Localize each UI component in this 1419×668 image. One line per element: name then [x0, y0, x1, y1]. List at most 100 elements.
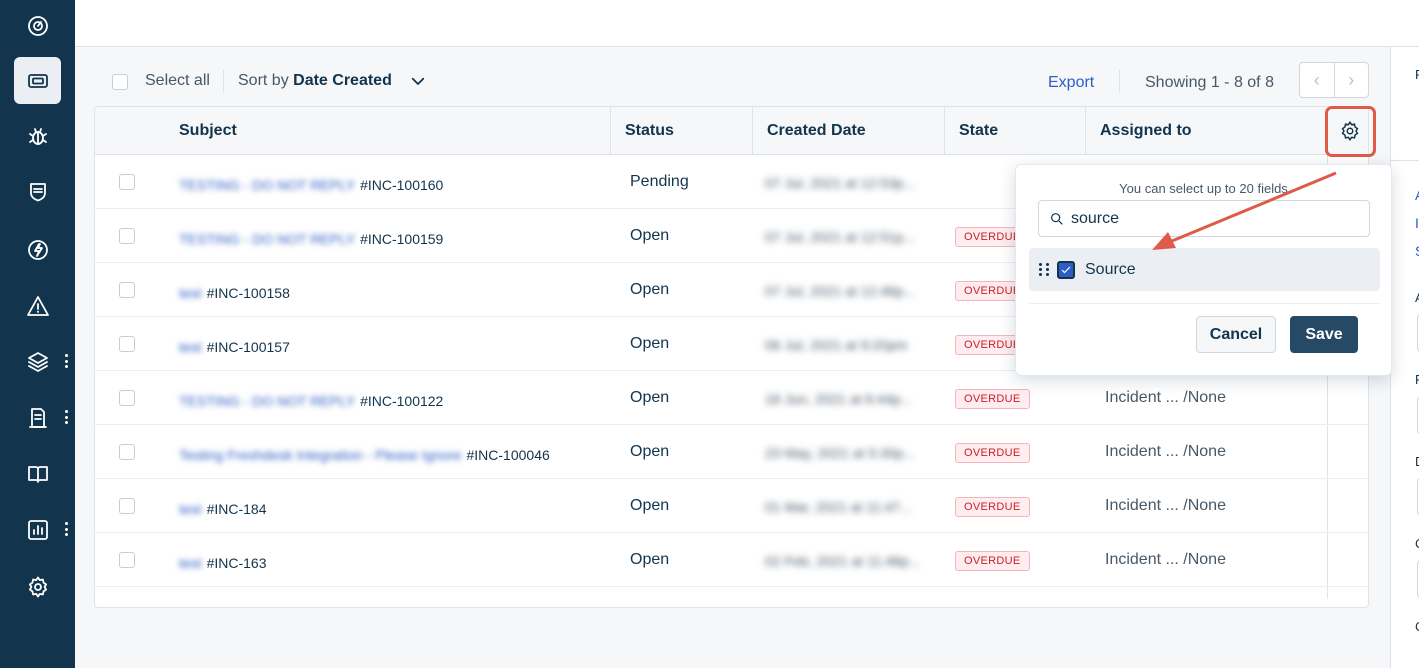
column-header-assigned-to[interactable]: Assigned to: [1085, 107, 1326, 155]
row-assigned-to: Incident ... /None: [1105, 389, 1226, 407]
nav-tickets[interactable]: [14, 57, 61, 104]
book-icon: [27, 465, 48, 483]
row-status: Open: [630, 389, 670, 406]
layers-icon: [27, 351, 48, 372]
row-subject[interactable]: TESTING - DO NOT REPLY #INC-100159: [179, 231, 443, 247]
panel-label-fragment: F: [1415, 372, 1419, 387]
checkmark-icon: [1061, 266, 1071, 273]
nav-assets[interactable]: [14, 394, 61, 441]
row-subject[interactable]: test #INC-184: [179, 501, 267, 517]
subject-text-redacted: TESTING - DO NOT REPLY: [179, 393, 356, 409]
row-subject[interactable]: test #INC-100157: [179, 339, 290, 355]
chevron-right-icon: ›: [1348, 69, 1355, 90]
nav-changes[interactable]: [14, 168, 61, 215]
row-checkbox[interactable]: [119, 498, 135, 514]
select-all-label[interactable]: Select all: [145, 72, 210, 90]
nav-reports[interactable]: [14, 506, 61, 553]
nav-layers[interactable]: [14, 338, 61, 385]
pagination-summary: Showing 1 - 8 of 8: [1145, 74, 1274, 91]
row-status: Pending: [630, 173, 689, 190]
overdue-badge: OVERDUE: [955, 497, 1030, 517]
ticket-id: #INC-163: [206, 555, 267, 571]
chevron-left-icon: ‹: [1313, 69, 1320, 90]
row-checkbox[interactable]: [119, 390, 135, 406]
select-all-checkbox[interactable]: [112, 74, 128, 90]
panel-link-fragment[interactable]: I: [1415, 215, 1419, 231]
panel-link-fragment[interactable]: S: [1415, 243, 1419, 259]
field-search-box[interactable]: [1038, 200, 1370, 237]
row-subject[interactable]: test #INC-100158: [179, 285, 290, 301]
sort-dropdown[interactable]: Sort by Date Created: [238, 72, 392, 90]
table-row[interactable]: test #INC-163 Open 02 Feb, 2021 at 11:48p..…: [95, 533, 1368, 587]
row-created-date: 02 Feb, 2021 at 11:48p...: [765, 553, 921, 569]
panel-label-fragment: C: [1415, 619, 1419, 634]
assigned-agent: /None: [1183, 389, 1226, 406]
row-created-date: 07 Jul, 2021 at 12:46p...: [765, 283, 916, 299]
drag-handle-icon[interactable]: [1039, 262, 1049, 278]
column-header-created-date[interactable]: Created Date: [752, 107, 944, 155]
nav-alerts[interactable]: [14, 282, 61, 329]
row-subject[interactable]: test #INC-163: [179, 555, 267, 571]
row-checkbox[interactable]: [119, 228, 135, 244]
assigned-group: Incident ...: [1105, 443, 1184, 460]
warning-icon: [26, 295, 49, 316]
cancel-button[interactable]: Cancel: [1196, 316, 1276, 353]
nav-releases[interactable]: [14, 226, 61, 273]
field-checkbox-checked[interactable]: [1057, 260, 1075, 279]
prev-page-button[interactable]: ‹: [1300, 63, 1335, 97]
subject-text-redacted: test: [179, 285, 202, 301]
export-link[interactable]: Export: [1048, 74, 1094, 92]
column-header-subject[interactable]: Subject: [165, 107, 610, 155]
field-search-input[interactable]: [1071, 209, 1351, 228]
column-settings-button[interactable]: [1326, 107, 1368, 155]
toolbar-divider: [223, 70, 224, 92]
save-button[interactable]: Save: [1290, 316, 1358, 353]
subject-text-redacted: test: [179, 501, 202, 517]
subject-text-redacted: test: [179, 339, 202, 355]
nav-admin[interactable]: [14, 563, 61, 610]
table-row[interactable]: Testing Freshdesk Integration - Please I…: [95, 425, 1368, 479]
overdue-badge: OVERDUE: [955, 551, 1030, 571]
search-icon: [1051, 212, 1063, 225]
row-checkbox[interactable]: [119, 174, 135, 190]
nav-problems[interactable]: [14, 112, 61, 159]
bug-icon: [28, 127, 47, 145]
nav-solutions[interactable]: [14, 450, 61, 497]
row-checkbox[interactable]: [119, 444, 135, 460]
row-subject[interactable]: TESTING - DO NOT REPLY #INC-100160: [179, 177, 443, 193]
table-row[interactable]: TESTING - DO NOT REPLY #INC-100122 Open 18 …: [95, 371, 1368, 425]
panel-label-fragment: A: [1415, 290, 1419, 305]
row-status: Open: [630, 443, 670, 460]
reports-icon: [27, 519, 48, 540]
layers-more-icon[interactable]: [62, 352, 70, 370]
assets-more-icon[interactable]: [62, 408, 70, 426]
field-limit-hint: You can select up to 20 fields: [1119, 181, 1288, 196]
panel-label-fragment: D: [1415, 454, 1419, 469]
row-checkbox[interactable]: [119, 336, 135, 352]
row-status: Open: [630, 281, 670, 298]
chevron-down-icon[interactable]: [409, 72, 427, 90]
panel-title-fragment: F: [1415, 67, 1419, 82]
row-subject[interactable]: Testing Freshdesk Integration - Please I…: [179, 447, 550, 463]
dashboard-icon: [27, 15, 48, 36]
assigned-group: Incident ...: [1105, 389, 1184, 406]
nav-dashboard[interactable]: [14, 2, 61, 49]
row-created-date: 07 Jul, 2021 at 12:53p...: [765, 175, 916, 191]
row-subject[interactable]: TESTING - DO NOT REPLY #INC-100122: [179, 393, 443, 409]
overdue-badge: OVERDUE: [955, 389, 1030, 409]
ticket-id: #INC-184: [206, 501, 267, 517]
column-header-state[interactable]: State: [944, 107, 1085, 155]
row-checkbox[interactable]: [119, 282, 135, 298]
subject-text-redacted: TESTING - DO NOT REPLY: [179, 231, 356, 247]
table-row[interactable]: test #INC-184 Open 01 Mar, 2021 at 11:47...…: [95, 479, 1368, 533]
column-header-status[interactable]: Status: [610, 107, 752, 155]
row-checkbox[interactable]: [119, 552, 135, 568]
panel-link-fragment[interactable]: A: [1415, 187, 1419, 203]
ticket-id: #INC-100046: [466, 447, 550, 463]
field-option-source[interactable]: Source: [1029, 248, 1380, 291]
ticket-id: #INC-100158: [206, 285, 290, 301]
reports-more-icon[interactable]: [62, 520, 70, 538]
row-created-date: 06 Jul, 2021 at 9:20pm: [765, 337, 908, 353]
next-page-button[interactable]: ›: [1335, 63, 1369, 97]
overdue-badge: OVERDUE: [955, 443, 1030, 463]
